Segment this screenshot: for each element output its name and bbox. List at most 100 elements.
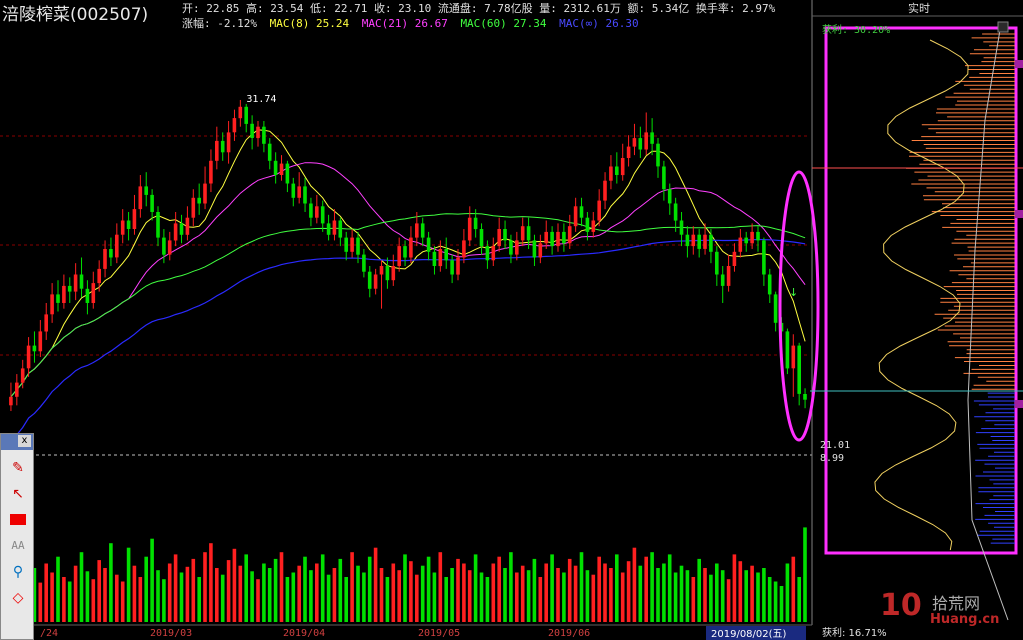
candle xyxy=(532,240,537,258)
candle xyxy=(244,106,248,124)
chip-edge-marker xyxy=(1015,400,1023,408)
volume-bar xyxy=(744,570,748,622)
volume-bar xyxy=(356,565,360,622)
volume-bar xyxy=(320,554,325,622)
volume-bar xyxy=(726,579,731,622)
diamond-icon[interactable]: ◇ xyxy=(7,588,29,608)
cursor-date-label: 2019/08/02(五) xyxy=(711,629,787,640)
candle xyxy=(291,183,296,198)
candle xyxy=(50,294,54,315)
volume-bar xyxy=(326,574,331,622)
candle xyxy=(215,140,219,161)
candle xyxy=(144,186,148,195)
volume-bar xyxy=(303,556,307,622)
chip-edge-marker xyxy=(1015,210,1023,218)
x-tick-label: 2019/06 xyxy=(548,628,590,639)
arrow-icon[interactable]: ↖ xyxy=(7,484,29,504)
volume-bar xyxy=(350,552,354,622)
volume-bar xyxy=(662,563,666,622)
candle xyxy=(785,331,790,369)
stock-chart-window: 涪陵榨菜(002507) 开: 22.85 高: 23.54 低: 22.71 … xyxy=(0,0,1023,640)
candle xyxy=(115,234,119,258)
candle xyxy=(562,231,566,244)
candle xyxy=(426,237,431,252)
mainf-line xyxy=(10,238,806,443)
candle xyxy=(73,274,78,292)
volume-bar xyxy=(285,577,290,622)
candle xyxy=(797,345,801,394)
candle xyxy=(432,251,437,266)
volume-bar xyxy=(244,554,248,622)
candle xyxy=(238,106,243,119)
volume-bar xyxy=(644,556,648,622)
candle xyxy=(744,237,748,244)
volume-bar xyxy=(456,558,460,622)
volume-bar xyxy=(503,568,507,622)
candle xyxy=(615,166,619,175)
candle xyxy=(97,268,101,284)
volume-bar xyxy=(332,568,337,622)
price-chart[interactable]: 31.74/24 2019/03 2019/04 2019/05 2019/06 2019… xyxy=(0,0,1023,640)
volume-bar xyxy=(115,574,119,622)
volume-bar xyxy=(238,565,243,622)
volume-bar xyxy=(538,577,543,622)
candle xyxy=(262,126,266,144)
volume-bar xyxy=(626,561,631,622)
volume-bar xyxy=(373,547,378,622)
candle xyxy=(415,223,419,238)
candle xyxy=(620,158,625,176)
volume-bar xyxy=(179,572,184,622)
candle xyxy=(515,240,519,255)
toolbar-close-button[interactable]: x xyxy=(18,435,31,447)
candle xyxy=(567,226,572,244)
candle xyxy=(444,249,448,261)
chip-settings-box xyxy=(997,21,1009,33)
watermark-logo: 10 xyxy=(880,588,922,623)
volume-bar xyxy=(109,543,113,622)
volume-bar xyxy=(379,568,384,622)
candle xyxy=(62,285,66,303)
rectangle-icon[interactable] xyxy=(7,510,29,530)
candle xyxy=(526,226,531,241)
volume-bar xyxy=(562,572,566,622)
candle xyxy=(650,132,654,144)
volume-bar xyxy=(156,570,160,622)
candle xyxy=(644,132,648,150)
candle xyxy=(232,118,237,133)
candle xyxy=(391,266,396,281)
volume-bar xyxy=(50,572,54,622)
volume-bar xyxy=(720,570,725,622)
candle xyxy=(91,283,96,303)
volume-bar xyxy=(297,565,301,622)
volume-bar xyxy=(315,563,319,622)
candle xyxy=(691,234,696,247)
volume-bar xyxy=(44,563,48,622)
chip-bottom-label: 获利: 16.71% xyxy=(822,628,887,639)
volume-bar xyxy=(367,556,372,622)
volume-bar xyxy=(97,560,101,622)
price-marker-lower: 8.99 xyxy=(820,453,845,464)
text-icon[interactable]: AA xyxy=(7,536,29,556)
volume-bar xyxy=(615,554,619,622)
candle xyxy=(573,206,578,227)
brush-icon[interactable]: ✎ xyxy=(7,458,29,478)
volume-bar xyxy=(679,565,684,622)
volume-bar xyxy=(220,574,225,622)
candle xyxy=(750,231,754,244)
candle xyxy=(350,237,354,252)
candle xyxy=(420,223,425,238)
volume-bar xyxy=(767,577,772,622)
zoom-icon[interactable]: ⚲ xyxy=(7,562,29,582)
candle xyxy=(803,394,807,400)
candle xyxy=(732,251,737,266)
volume-bar xyxy=(173,554,178,622)
candle xyxy=(138,186,143,210)
volume-bar xyxy=(226,560,231,622)
candle xyxy=(315,206,319,218)
candle xyxy=(662,166,666,190)
volume-bar xyxy=(667,554,672,622)
volume-bar xyxy=(191,558,196,622)
volume-bar xyxy=(779,586,784,622)
x-tick-label: 2019/04 xyxy=(283,628,325,639)
candle xyxy=(473,217,478,230)
